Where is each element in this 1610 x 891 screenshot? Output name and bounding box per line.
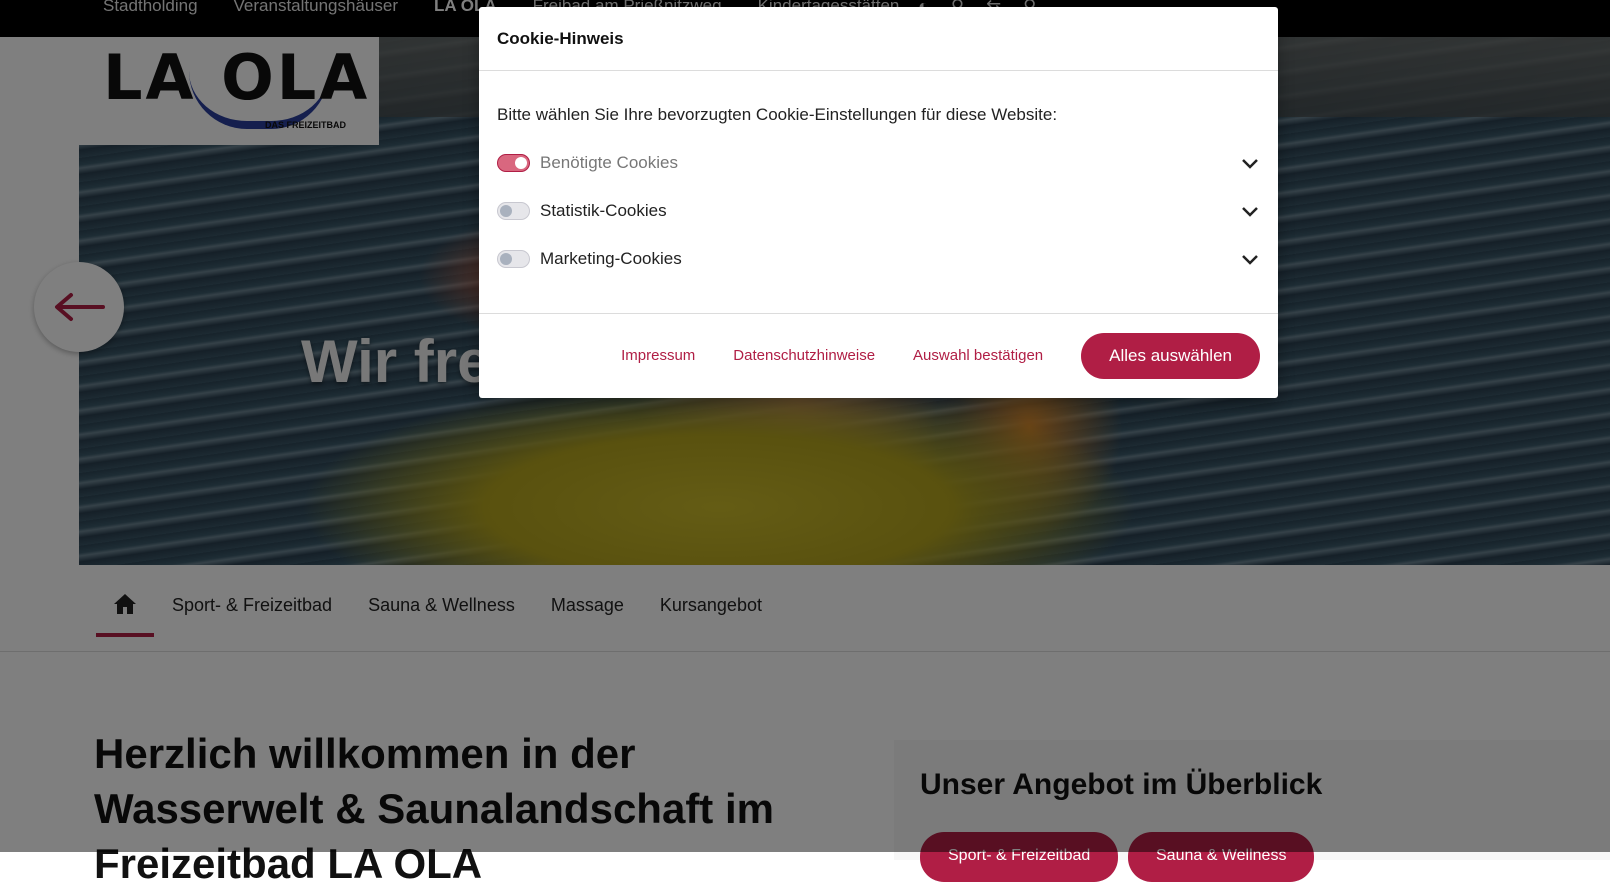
cookie-intro: Bitte wählen Sie Ihre bevorzugten Cookie… [497, 105, 1058, 124]
chevron-down-icon[interactable] [1240, 201, 1260, 221]
confirm-selection-link[interactable]: Auswahl bestätigen [913, 347, 1043, 364]
cookie-modal: Cookie-Hinweis Bitte wählen Sie Ihre bev… [479, 7, 1278, 398]
privacy-link[interactable]: Datenschutzhinweise [733, 347, 875, 364]
chevron-down-icon[interactable] [1240, 153, 1260, 173]
cookie-toggle-statistics[interactable] [497, 202, 530, 220]
cookie-option-required: Benötigte Cookies [497, 139, 1260, 187]
cookie-toggle-marketing[interactable] [497, 250, 530, 268]
cookie-option-marketing: Marketing-Cookies [497, 235, 1260, 283]
cookie-option-label: Marketing-Cookies [540, 249, 682, 268]
cookie-modal-footer: Impressum Datenschutzhinweise Auswahl be… [479, 314, 1278, 397]
impressum-link[interactable]: Impressum [621, 347, 695, 364]
cookie-modal-body: Bitte wählen Sie Ihre bevorzugten Cookie… [479, 71, 1278, 314]
cookie-option-statistics: Statistik-Cookies [497, 187, 1260, 235]
cookie-modal-title: Cookie-Hinweis [479, 7, 1278, 71]
cookie-option-label: Statistik-Cookies [540, 201, 667, 220]
chevron-down-icon[interactable] [1240, 249, 1260, 269]
cookie-option-label: Benötigte Cookies [540, 153, 678, 172]
accept-all-button[interactable]: Alles auswählen [1081, 332, 1260, 379]
cookie-toggle-required [497, 154, 530, 172]
